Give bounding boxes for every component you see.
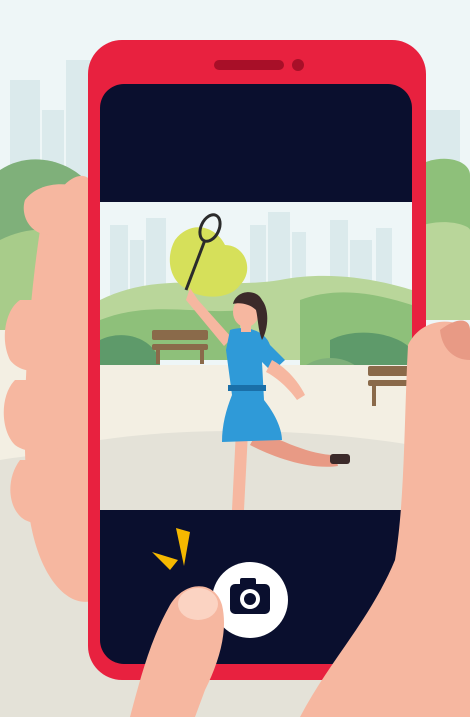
illustration-stage [0,0,470,717]
phone-photo-illustration [0,0,470,717]
viewfinder [100,202,412,510]
phone-front-camera [292,59,304,71]
phone-speaker [214,60,284,70]
